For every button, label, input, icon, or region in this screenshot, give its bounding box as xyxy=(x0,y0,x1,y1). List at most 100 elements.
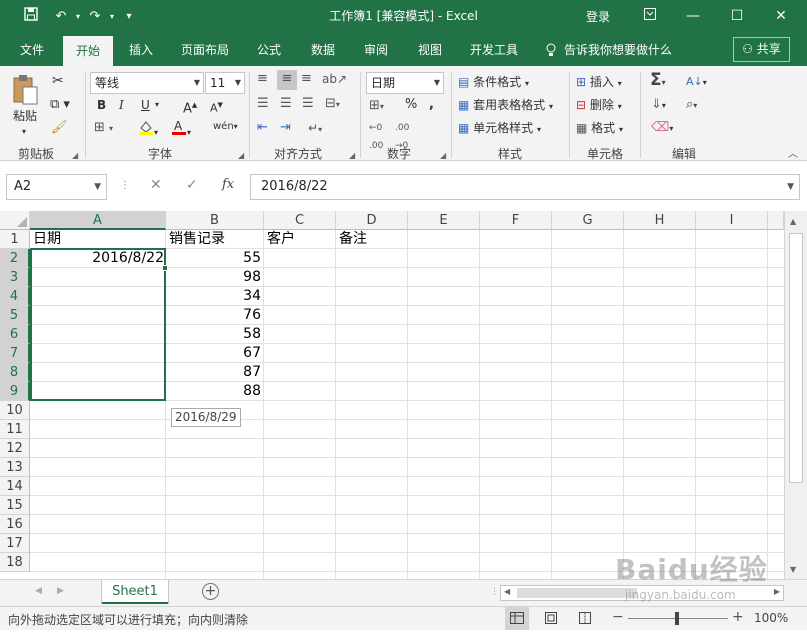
row-header-15[interactable]: 15 xyxy=(0,496,30,515)
accounting-format-icon[interactable]: ⊞▾ xyxy=(369,97,384,116)
add-sheet-icon[interactable]: + xyxy=(202,583,219,600)
increase-font-icon[interactable]: A▲ xyxy=(183,96,197,118)
font-color-icon[interactable]: A ▾ xyxy=(171,119,191,142)
fill-color-icon[interactable]: ▾ xyxy=(138,119,158,142)
row-header-5[interactable]: 5 xyxy=(0,306,30,325)
page-break-preview-icon[interactable] xyxy=(578,611,592,628)
cell-b6[interactable]: 58 xyxy=(166,325,261,344)
format-cells-button[interactable]: ▦ 格式 ▾ xyxy=(576,119,623,139)
align-top-icon[interactable]: ≡ xyxy=(257,70,268,88)
scroll-up-icon[interactable]: ▲ xyxy=(790,217,796,226)
underline-dropdown-icon[interactable]: ▾ xyxy=(155,96,159,114)
number-format-combo[interactable]: 日期 ▼ xyxy=(366,72,444,94)
row-header-11[interactable]: 11 xyxy=(0,420,30,439)
clipboard-launcher-icon[interactable]: ◢ xyxy=(72,151,78,160)
ribbon-display-options-icon[interactable] xyxy=(628,0,672,34)
next-sheet-icon[interactable]: ▶ xyxy=(57,586,64,596)
scroll-down-icon[interactable]: ▼ xyxy=(790,565,796,574)
login-link[interactable]: 登录 xyxy=(586,8,610,25)
cut-icon[interactable]: ✂ xyxy=(52,72,64,90)
tab-home[interactable]: 开始 xyxy=(63,36,113,66)
align-bottom-icon[interactable]: ≡ xyxy=(301,70,312,88)
increase-decimal-icon[interactable]: ←0.00 xyxy=(369,119,383,155)
tab-split-handle-icon[interactable]: ⋮ xyxy=(490,587,499,597)
column-header-h[interactable]: H xyxy=(624,211,696,230)
decrease-font-icon[interactable]: A▼ xyxy=(210,96,223,118)
row-header-12[interactable]: 12 xyxy=(0,439,30,458)
sort-filter-icon[interactable]: A↓▾ xyxy=(686,73,707,92)
paste-dropdown-icon[interactable]: ▾ xyxy=(22,123,26,141)
row-header-18[interactable]: 18 xyxy=(0,553,30,572)
zoom-slider-thumb[interactable] xyxy=(675,612,679,625)
row-header-13[interactable]: 13 xyxy=(0,458,30,477)
zoom-out-icon[interactable]: − xyxy=(612,609,624,625)
font-size-combo[interactable]: 11 ▼ xyxy=(205,72,245,94)
column-header-d[interactable]: D xyxy=(336,211,408,230)
selection-range[interactable] xyxy=(30,248,166,401)
align-center-icon[interactable]: ☰ xyxy=(280,95,292,113)
copy-icon[interactable]: ⧉ ▾ xyxy=(50,96,70,114)
expand-formula-icon[interactable]: ▼ xyxy=(787,175,794,199)
cell-c1[interactable]: 客户 xyxy=(267,230,335,249)
column-header-a[interactable]: A xyxy=(30,211,166,230)
tab-file[interactable]: 文件 xyxy=(8,34,56,66)
row-header-2[interactable]: 2 xyxy=(0,249,30,268)
row-header-7[interactable]: 7 xyxy=(0,344,30,363)
row-header-8[interactable]: 8 xyxy=(0,363,30,382)
percent-button[interactable]: % xyxy=(405,96,417,114)
cell-b2[interactable]: 55 xyxy=(166,249,261,268)
paste-icon[interactable] xyxy=(12,74,40,111)
cell-b4[interactable]: 34 xyxy=(166,287,261,306)
cell-b7[interactable]: 67 xyxy=(166,344,261,363)
tell-me-search[interactable]: 告诉我你想要做什么 xyxy=(564,34,676,66)
column-header-e[interactable]: E xyxy=(408,211,480,230)
alignment-launcher-icon[interactable]: ◢ xyxy=(349,151,355,160)
font-launcher-icon[interactable]: ◢ xyxy=(238,151,244,160)
prev-sheet-icon[interactable]: ◀ xyxy=(35,586,42,596)
merge-center-icon[interactable]: ⊟▾ xyxy=(325,95,340,114)
format-as-table-button[interactable]: ▦ 套用表格格式 ▾ xyxy=(458,96,553,116)
row-header-10[interactable]: 10 xyxy=(0,401,30,420)
row-header-3[interactable]: 3 xyxy=(0,268,30,287)
scroll-right-icon[interactable]: ▶ xyxy=(774,587,780,596)
scroll-left-icon[interactable]: ◀ xyxy=(504,587,510,596)
zoom-in-icon[interactable]: + xyxy=(732,609,744,625)
row-header-1[interactable]: 1 xyxy=(0,230,30,249)
vertical-scroll-thumb[interactable] xyxy=(789,233,803,483)
conditional-formatting-button[interactable]: ▤ 条件格式 ▾ xyxy=(458,73,529,93)
cell-styles-button[interactable]: ▦ 单元格样式 ▾ xyxy=(458,119,541,139)
align-right-icon[interactable]: ☰ xyxy=(302,95,314,113)
close-icon[interactable]: ✕ xyxy=(759,0,803,34)
zoom-level[interactable]: 100% xyxy=(754,611,788,625)
fill-icon[interactable]: ⇓▾ xyxy=(651,96,666,115)
name-box[interactable]: A2 ▼ xyxy=(6,174,107,200)
format-painter-icon[interactable]: 🖌 xyxy=(51,119,68,137)
column-header-g[interactable]: G xyxy=(552,211,624,230)
share-button[interactable]: ⚇ 共享 xyxy=(733,37,790,62)
page-layout-view-icon[interactable] xyxy=(544,611,558,628)
align-left-icon[interactable]: ☰ xyxy=(257,95,269,113)
delete-cells-button[interactable]: ⊟ 删除 ▾ xyxy=(576,96,622,116)
row-header-9[interactable]: 9 xyxy=(0,382,30,401)
autosum-icon[interactable]: Σ▾ xyxy=(650,71,666,92)
orientation-icon[interactable]: ab↗ xyxy=(322,70,347,88)
number-launcher-icon[interactable]: ◢ xyxy=(440,151,446,160)
phonetic-icon[interactable]: wén▾ xyxy=(213,118,238,136)
tab-data[interactable]: 数据 xyxy=(300,34,346,66)
tab-insert[interactable]: 插入 xyxy=(118,34,164,66)
row-header-4[interactable]: 4 xyxy=(0,287,30,306)
minimize-icon[interactable]: — xyxy=(671,0,715,34)
align-middle-icon[interactable]: ≡ xyxy=(277,70,297,90)
row-header-17[interactable]: 17 xyxy=(0,534,30,553)
select-all-corner[interactable] xyxy=(0,211,30,230)
clear-icon[interactable]: ⌫▾ xyxy=(651,119,673,138)
wrap-text-icon[interactable]: ↵▾ xyxy=(308,119,322,139)
cancel-icon[interactable]: ✕ xyxy=(150,177,162,193)
horizontal-scroll-thumb[interactable] xyxy=(517,588,637,598)
tab-review[interactable]: 审阅 xyxy=(353,34,399,66)
column-header-b[interactable]: B xyxy=(166,211,264,230)
formula-input[interactable]: 2016/8/22 ▼ xyxy=(250,174,800,200)
decrease-indent-icon[interactable]: ⇤ xyxy=(257,119,268,137)
maximize-icon[interactable]: ☐ xyxy=(715,0,759,34)
column-header-c[interactable]: C xyxy=(264,211,336,230)
